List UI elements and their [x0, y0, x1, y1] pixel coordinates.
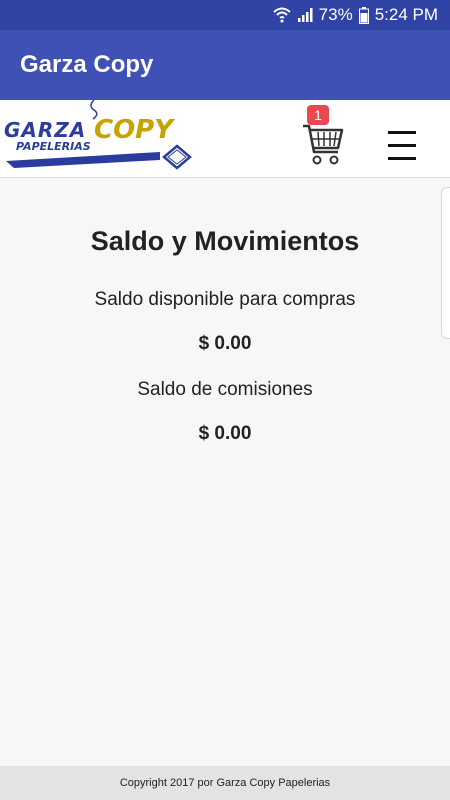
logo-word-garza: GARZA	[4, 118, 87, 142]
cart-button[interactable]	[302, 122, 344, 168]
app-title: Garza Copy	[20, 51, 154, 78]
logo-word-papelerias: PAPELERIAS	[16, 140, 91, 153]
status-bar: 73% 5:24 PM	[0, 0, 450, 30]
garza-copy-logo[interactable]: GARZA COPY PAPELERIAS	[2, 100, 192, 175]
battery-icon	[358, 6, 369, 24]
cart-icon	[303, 124, 344, 165]
commissions-balance-label: Saldo de comisiones	[137, 379, 313, 400]
available-balance-amount: $ 0.00	[198, 333, 252, 354]
hamburger-menu-icon	[388, 131, 416, 160]
page-title: Saldo y Movimientos	[90, 226, 360, 256]
site-header: GARZA COPY PAPELERIAS 1	[0, 100, 450, 178]
menu-button[interactable]	[386, 130, 420, 162]
logo-word-copy: COPY	[94, 115, 174, 145]
footer-copyright: Copyright 2017 por Garza Copy Papelerias	[119, 777, 331, 789]
main-content: Saldo y Movimientos Saldo disponible par…	[0, 178, 450, 446]
available-balance-label: Saldo disponible para compras	[94, 289, 356, 310]
footer: Copyright 2017 por Garza Copy Papelerias	[0, 766, 450, 800]
cart-count-badge: 1	[307, 105, 329, 125]
wifi-icon	[272, 7, 291, 23]
battery-level: 73%	[318, 5, 353, 24]
commissions-balance-amount: $ 0.00	[198, 423, 252, 444]
app-bar: Garza Copy	[0, 30, 450, 100]
signal-icon	[297, 7, 313, 23]
status-time: 5:24 PM	[374, 5, 438, 24]
